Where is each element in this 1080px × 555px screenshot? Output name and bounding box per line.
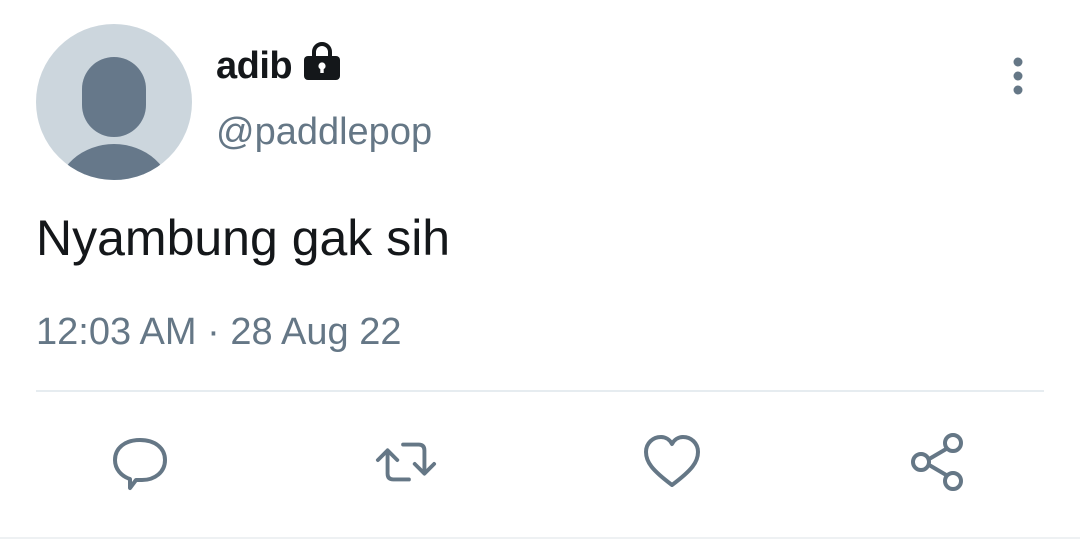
avatar[interactable] <box>36 24 192 180</box>
retweet-icon <box>375 442 437 482</box>
retweet-button[interactable] <box>374 430 438 494</box>
tweet-timestamp[interactable]: 12:03 AM · 28 Aug 22 <box>36 308 402 356</box>
user-name-row[interactable]: adib <box>216 42 344 90</box>
user-handle[interactable]: @paddlepop <box>216 108 432 156</box>
lock-icon <box>300 40 344 84</box>
default-avatar-icon <box>58 57 170 180</box>
divider <box>36 390 1044 392</box>
share-button[interactable] <box>906 430 970 494</box>
more-options-button[interactable] <box>998 52 1038 100</box>
vertical-dots-icon <box>1013 57 1023 95</box>
heart-icon <box>644 435 700 487</box>
tweet-text: Nyambung gak sih <box>36 210 451 266</box>
bottom-divider <box>0 537 1080 539</box>
display-name[interactable]: adib <box>216 42 293 90</box>
like-button[interactable] <box>640 430 704 494</box>
share-icon <box>911 433 963 491</box>
speech-bubble-icon <box>113 438 167 490</box>
reply-button[interactable] <box>108 430 172 494</box>
